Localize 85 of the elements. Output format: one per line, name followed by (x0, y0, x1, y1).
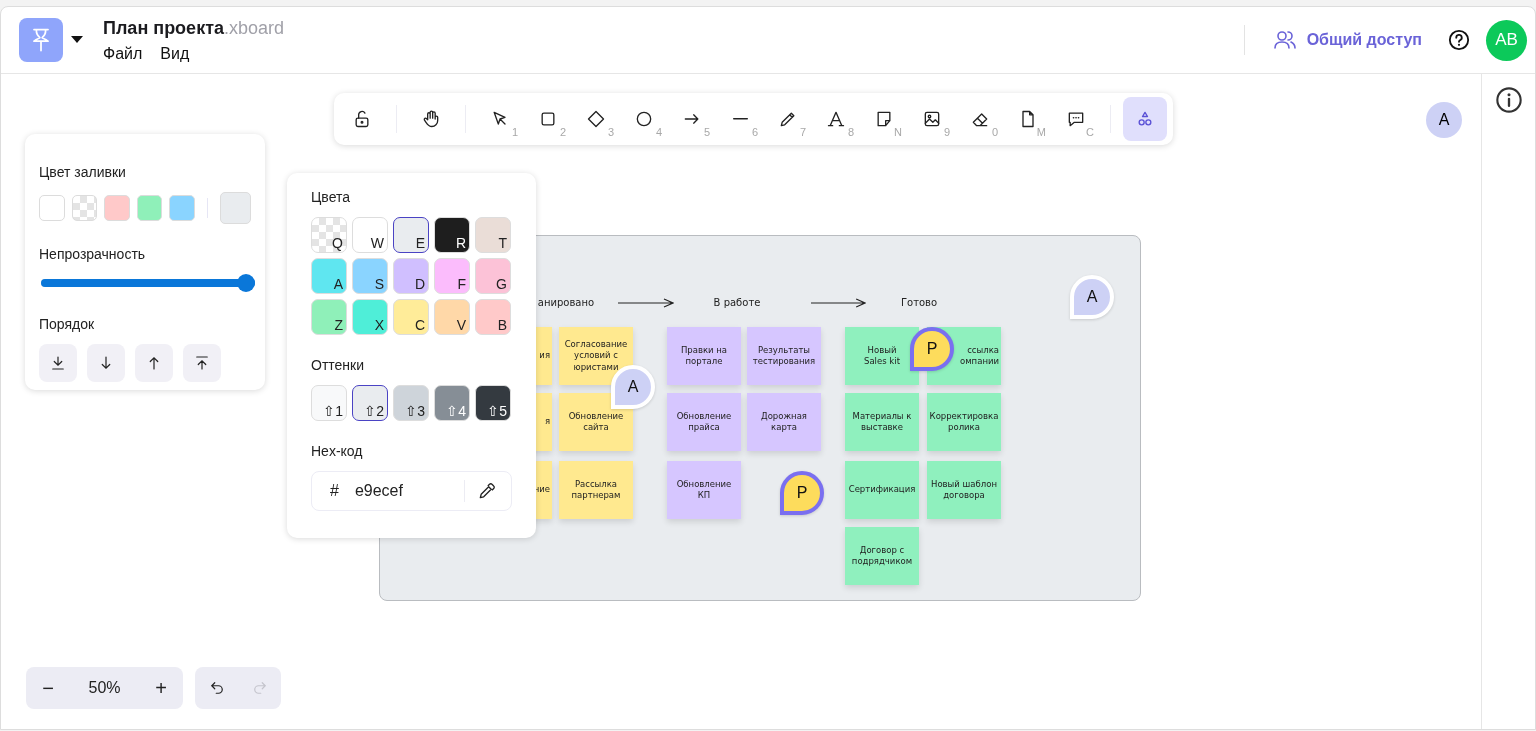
layer-order-button[interactable] (135, 344, 173, 382)
note-text: Согласование условий с юристами (563, 339, 629, 373)
layer-order-button[interactable] (39, 344, 77, 382)
column-title: анировано (537, 297, 595, 308)
caret-icon[interactable] (71, 36, 83, 44)
zoom-out-button[interactable]: − (34, 674, 62, 702)
note-text: ссылка омпании (960, 344, 999, 368)
line-icon (732, 118, 748, 120)
note-text: Обновление сайта (567, 410, 625, 434)
ellipse-icon (634, 109, 654, 129)
note-text: Обновление прайса (675, 410, 733, 434)
shade-option[interactable]: ⇧3 (393, 385, 429, 421)
note-text: Правки на портале (679, 344, 729, 368)
zoom-level: 50% (88, 679, 121, 697)
section-label: Порядок (39, 316, 96, 332)
arrow-to-bar-icon (193, 354, 211, 372)
info-icon[interactable] (1494, 86, 1523, 114)
color-option[interactable]: V (434, 299, 470, 335)
menu-item[interactable]: Вид (160, 44, 190, 63)
layer-order-button[interactable] (183, 344, 221, 382)
note-text: Сертификация (848, 484, 916, 496)
note-text: Материалы к выставке (851, 410, 913, 434)
note-text: Рассылка партнерам (570, 478, 622, 502)
hash-sign: # (330, 482, 339, 500)
text-icon (826, 109, 846, 129)
note-text: ние (533, 484, 550, 496)
shade-option[interactable]: ⇧1 (311, 385, 347, 421)
section-label: Непрозрачность (39, 246, 147, 262)
color-swatch[interactable] (39, 195, 65, 221)
color-option[interactable]: G (475, 258, 511, 294)
note-text: Дорожная карта (760, 410, 808, 434)
app-logo-button[interactable] (19, 18, 63, 62)
arrow (811, 298, 866, 308)
color-option[interactable]: Z (311, 299, 347, 335)
image-icon (922, 109, 942, 129)
color-swatch[interactable] (71, 195, 98, 221)
color-swatch[interactable] (136, 195, 163, 221)
color-option[interactable]: S (352, 258, 388, 294)
menu-item[interactable]: Файл (103, 44, 143, 63)
note-text: Новый Sales kit (864, 344, 900, 368)
people-icon (1272, 28, 1297, 52)
color-option[interactable]: D (393, 258, 429, 294)
section-label: Цвета (311, 189, 351, 205)
current-color-swatch[interactable] (219, 192, 251, 224)
hex-value: e9ecef (354, 482, 404, 500)
note-text: Обновление КП (675, 478, 733, 502)
color-option[interactable]: R (434, 217, 470, 253)
color-option[interactable]: E (393, 217, 429, 253)
section-label: Hex-код (311, 443, 364, 459)
note-text: Договор с подрядчиком (850, 544, 914, 568)
hand-icon (421, 109, 441, 129)
color-option[interactable]: X (352, 299, 388, 335)
diamond-icon (586, 109, 606, 129)
note-text: ия (539, 350, 550, 362)
color-option[interactable]: B (475, 299, 511, 335)
hex-input-field[interactable]: # e9ecef (311, 471, 512, 511)
shade-option[interactable]: ⇧5 (475, 385, 511, 421)
slider-thumb[interactable] (237, 274, 255, 292)
file-name: План проекта.xboard (103, 17, 284, 39)
section-label: Цвет заливки (39, 164, 127, 180)
section-label: Оттенки (311, 357, 366, 373)
opacity-slider[interactable] (41, 274, 255, 292)
layer-order-button[interactable] (87, 344, 125, 382)
color-option[interactable]: T (475, 217, 511, 253)
note-text: я (544, 416, 550, 428)
color-swatch[interactable] (104, 195, 130, 221)
note-text: Корректировка ролика (929, 410, 999, 434)
color-option[interactable]: Q (311, 217, 347, 253)
color-option[interactable]: W (352, 217, 388, 253)
eyedropper-icon[interactable] (477, 481, 497, 501)
column-title: В работе (713, 297, 761, 308)
arrow (618, 298, 674, 308)
color-option[interactable]: A (311, 258, 347, 294)
arrow-to-bar-icon (49, 354, 67, 372)
share-button[interactable]: Общий доступ (1264, 28, 1430, 52)
zoom-in-button[interactable]: + (147, 674, 175, 702)
shade-option[interactable]: ⇧2 (352, 385, 388, 421)
column-title: Готово (900, 297, 938, 308)
note-text: Результаты тестирования (751, 344, 817, 368)
note-text: Новый шаблон договора (931, 478, 997, 502)
help-icon[interactable] (1448, 29, 1470, 51)
color-swatch[interactable] (169, 195, 195, 221)
color-option[interactable]: F (434, 258, 470, 294)
color-option[interactable]: C (393, 299, 429, 335)
collaborator-avatar[interactable]: A (1426, 102, 1462, 138)
